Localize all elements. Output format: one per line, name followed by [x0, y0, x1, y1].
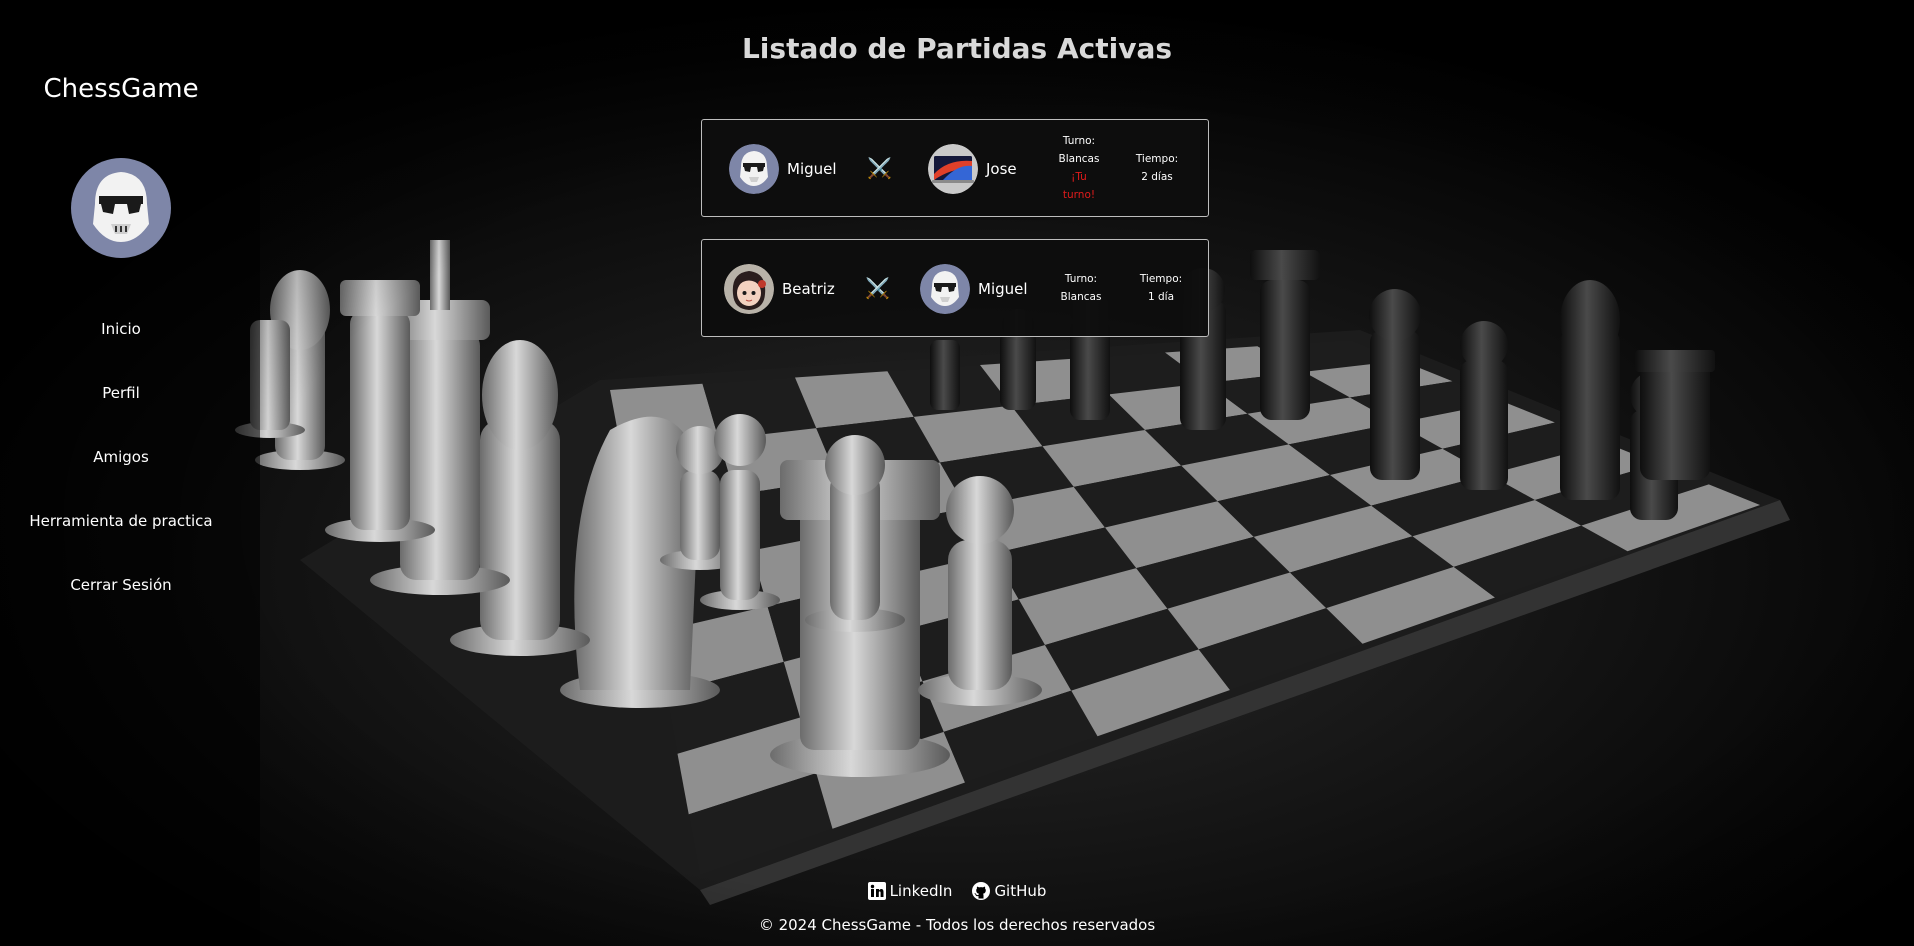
player-white: Miguel	[729, 144, 837, 194]
github-link[interactable]: GitHub	[972, 882, 1046, 900]
stormtrooper-avatar-icon	[729, 144, 779, 194]
time-info: Tiempo: 2 días	[1122, 150, 1192, 186]
player-name: Beatriz	[782, 280, 835, 298]
time-value: 1 día	[1147, 291, 1175, 303]
time-info: Tiempo: 1 día	[1126, 270, 1196, 306]
nav-item-perfil[interactable]: Perfil	[0, 384, 242, 402]
game-card[interactable]: Miguel ⚔️ Jose Turno: Blancas ¡Tu turno!…	[701, 119, 1209, 217]
game-card[interactable]: Beatriz ⚔️ Miguel Turno: Blancas Tiempo:…	[701, 239, 1209, 337]
anime-girl-avatar-icon	[724, 264, 774, 314]
github-icon	[972, 882, 991, 900]
crossed-swords-icon: ⚔️	[867, 156, 892, 180]
linkedin-label: LinkedIn	[889, 882, 953, 900]
turn-info: Turno: Blancas	[1042, 270, 1120, 306]
your-turn-label: turno!	[1062, 189, 1096, 201]
player-avatar	[920, 264, 970, 314]
player-avatar	[724, 264, 774, 314]
linkedin-icon	[867, 882, 886, 900]
github-label: GitHub	[994, 882, 1047, 900]
nav-item-herramienta-de-practica[interactable]: Herramienta de practica	[0, 512, 242, 530]
turn-label: Turno:	[1062, 135, 1096, 147]
laptop-wallpaper-avatar-icon	[928, 144, 978, 194]
turn-value: Blancas	[1060, 291, 1102, 303]
turn-label: Turno:	[1064, 273, 1098, 285]
player-name: Jose	[986, 160, 1017, 178]
copyright-text: © 2024 ChessGame - Todos los derechos re…	[758, 916, 1156, 934]
player-black: Jose	[928, 144, 1017, 194]
nav-item-amigos[interactable]: Amigos	[0, 448, 242, 466]
player-white: Beatriz	[724, 264, 835, 314]
sidebar: ChessGame Inicio Perfil Amigos Herramien…	[0, 0, 242, 946]
nav-item-cerrar-sesion[interactable]: Cerrar Sesión	[0, 576, 242, 594]
stormtrooper-avatar-icon	[71, 158, 171, 258]
linkedin-link[interactable]: LinkedIn	[867, 882, 953, 900]
brand-title: ChessGame	[43, 74, 199, 104]
user-avatar[interactable]	[71, 158, 171, 258]
player-name: Miguel	[978, 280, 1028, 298]
nav-item-inicio[interactable]: Inicio	[0, 320, 242, 338]
page-title: Listado de Partidas Activas	[741, 32, 1173, 65]
player-name: Miguel	[787, 160, 837, 178]
stormtrooper-avatar-icon	[920, 264, 970, 314]
time-label: Tiempo:	[1139, 273, 1183, 285]
time-label: Tiempo:	[1135, 153, 1179, 165]
turn-info: Turno: Blancas ¡Tu turno!	[1042, 132, 1116, 204]
crossed-swords-icon: ⚔️	[865, 276, 890, 300]
player-black: Miguel	[920, 264, 1028, 314]
time-value: 2 días	[1141, 171, 1173, 183]
player-avatar	[928, 144, 978, 194]
your-turn-label: ¡Tu	[1071, 171, 1087, 183]
footer-links: LinkedIn GitHub	[0, 882, 1914, 900]
player-avatar	[729, 144, 779, 194]
turn-value: Blancas	[1058, 153, 1100, 165]
